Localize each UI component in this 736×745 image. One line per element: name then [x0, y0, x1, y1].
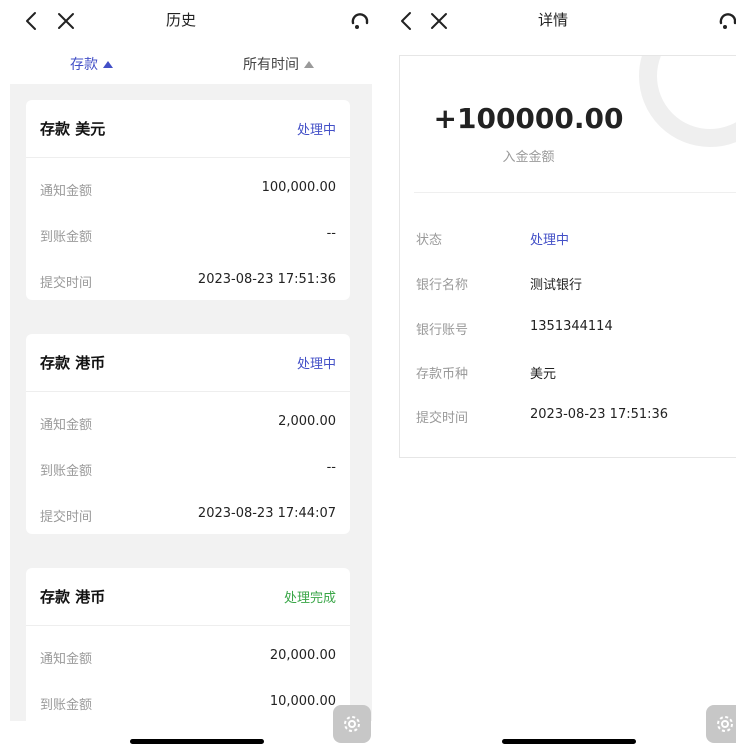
detail-row-status: 状态 处理中	[400, 224, 736, 254]
card-title: 存款 美元	[40, 120, 106, 138]
history-card[interactable]: 存款 港币 处理完成 通知金额 20,000.00 到账金额 10,000.00	[26, 568, 350, 721]
row-label: 到账金额	[40, 464, 93, 479]
row-label: 通知金额	[40, 418, 93, 433]
caret-up-icon	[103, 60, 113, 68]
card-title: 存款 港币	[40, 588, 106, 606]
close-icon[interactable]	[428, 6, 450, 36]
history-card[interactable]: 存款 美元 处理中 通知金额 100,000.00 到账金额 -- 提交时间 2…	[26, 100, 350, 300]
history-title: 历史	[166, 11, 197, 29]
detail-row-bank-name: 银行名称 测试银行	[400, 269, 736, 299]
card-row: 提交时间 2023-08-23 17:51:36	[26, 260, 350, 306]
row-label: 银行名称	[416, 278, 469, 293]
row-value: 美元	[530, 367, 557, 382]
row-label: 银行账号	[416, 323, 469, 338]
history-top-bar: 历史	[0, 0, 382, 44]
detail-row-submit-time: 提交时间 2023-08-23 17:51:36	[400, 402, 736, 432]
detail-title: 详情	[538, 11, 569, 29]
row-label: 存款币种	[416, 367, 469, 382]
row-value: 10,000.00	[269, 694, 336, 709]
close-icon[interactable]	[54, 6, 78, 36]
row-value: 测试银行	[530, 278, 583, 293]
row-value: 2023-08-23 17:51:36	[530, 407, 669, 422]
row-value: 2023-08-23 17:44:07	[197, 506, 336, 521]
settings-float-button[interactable]	[333, 705, 371, 743]
history-card[interactable]: 存款 港币 处理中 通知金额 2,000.00 到账金额 -- 提交时间 202…	[26, 334, 350, 534]
detail-top-bar: 详情	[382, 0, 736, 44]
card-row: 到账金额 --	[26, 448, 350, 494]
row-value: 100,000.00	[261, 180, 336, 195]
status-badge: 处理中	[530, 233, 570, 248]
card-row: 通知金额 20,000.00	[26, 636, 350, 682]
card-header: 存款 美元 处理中	[26, 100, 350, 158]
card-header: 存款 港币 处理中	[26, 334, 350, 392]
type-filter[interactable]: 存款	[70, 54, 113, 74]
card-header: 存款 港币 处理完成	[26, 568, 350, 626]
history-list: 存款 美元 处理中 通知金额 100,000.00 到账金额 -- 提交时间 2…	[10, 84, 372, 721]
support-headset-icon[interactable]	[348, 6, 372, 36]
row-label: 通知金额	[40, 652, 93, 667]
row-value: 2,000.00	[278, 414, 336, 429]
support-headset-icon[interactable]	[716, 6, 736, 36]
row-label: 到账金额	[40, 230, 93, 245]
caret-up-icon	[304, 60, 314, 68]
type-filter-label: 存款	[70, 57, 98, 73]
home-indicator	[130, 739, 264, 744]
status-badge: 处理中	[296, 123, 336, 138]
row-value: 1351344114	[530, 319, 613, 334]
gear-icon	[344, 716, 360, 732]
detail-row-bank-account: 银行账号 1351344114	[400, 314, 736, 344]
back-icon[interactable]	[396, 6, 416, 36]
time-filter[interactable]: 所有时间	[243, 54, 314, 74]
row-label: 到账金额	[40, 698, 93, 713]
history-screen: 历史 存款 所有时间 存款 美元 处理中 通知金额 100,000.00 到账金…	[0, 0, 382, 745]
card-title: 存款 港币	[40, 354, 106, 372]
row-value: 20,000.00	[269, 648, 336, 663]
row-label: 提交时间	[40, 510, 93, 525]
card-row: 到账金额 --	[26, 214, 350, 260]
gear-icon	[717, 716, 733, 732]
row-label: 提交时间	[40, 276, 93, 291]
time-filter-label: 所有时间	[243, 57, 299, 73]
filter-bar: 存款 所有时间	[0, 44, 382, 84]
row-label: 通知金额	[40, 184, 93, 199]
back-icon[interactable]	[20, 6, 42, 36]
row-value: --	[326, 226, 336, 241]
deposit-amount-label: 入金金额	[502, 150, 555, 165]
home-indicator	[502, 739, 636, 744]
settings-float-button[interactable]	[706, 705, 736, 743]
card-row: 通知金额 2,000.00	[26, 402, 350, 448]
row-value: --	[326, 460, 336, 475]
row-label: 状态	[416, 233, 443, 248]
card-row: 提交时间 2023-08-23 17:44:07	[26, 494, 350, 540]
deposit-amount: +100000.00	[433, 102, 624, 135]
status-badge: 处理完成	[283, 591, 336, 606]
card-row: 到账金额 10,000.00	[26, 682, 350, 721]
card-row: 通知金额 100,000.00	[26, 168, 350, 214]
divider	[414, 192, 736, 193]
row-value: 2023-08-23 17:51:36	[197, 272, 336, 287]
detail-card: +100000.00 入金金额 状态 处理中 银行名称 测试银行 银行账号 13…	[399, 55, 736, 458]
detail-screen: 详情 +100000.00 入金金额 状态 处理中 银行名称 测试银行 银行账号…	[382, 0, 736, 745]
row-label: 提交时间	[416, 411, 469, 426]
status-badge: 处理中	[296, 357, 336, 372]
detail-row-currency: 存款币种 美元	[400, 358, 736, 388]
